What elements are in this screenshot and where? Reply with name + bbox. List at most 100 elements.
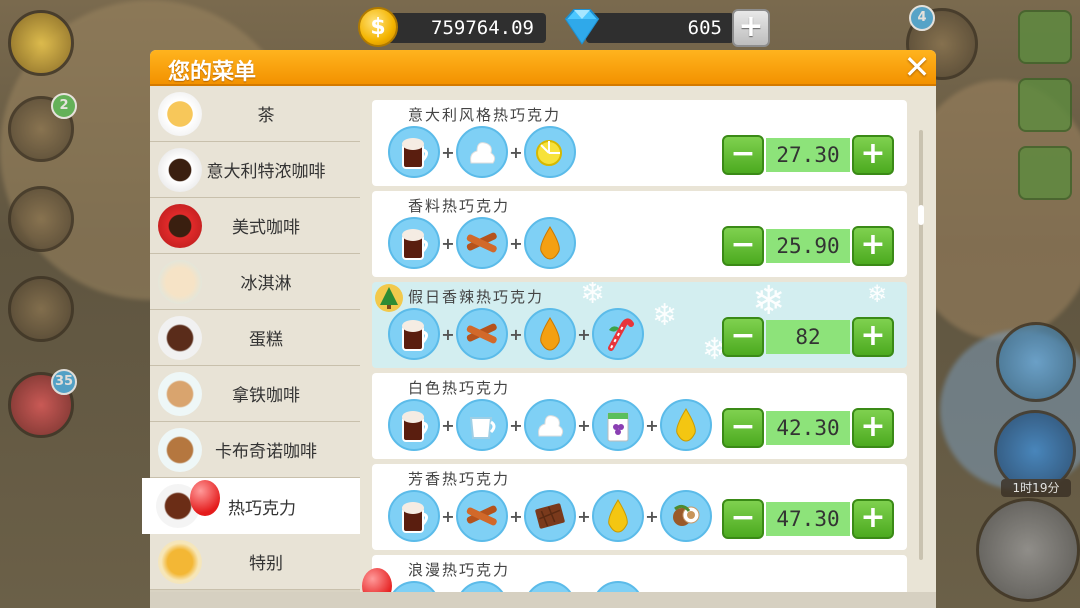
lemon-icon [524, 126, 576, 178]
snowflake-icon: ❄ [652, 298, 678, 333]
decrease-price-button[interactable]: − [722, 317, 764, 357]
gem-value: 605 [687, 17, 722, 39]
coin-icon: $ [358, 7, 398, 47]
snowflake-icon: ❄ [867, 282, 888, 308]
cinnamon-icon [456, 308, 508, 360]
americano-cup-icon [158, 204, 202, 248]
cinnamon-icon [456, 490, 508, 542]
star-anise-icon [158, 540, 202, 584]
plus-sign: + [577, 415, 591, 435]
panel-footer [150, 592, 936, 608]
map-icon[interactable] [996, 322, 1076, 402]
plus-sign: + [509, 142, 523, 162]
coin-counter: $ 759764.09 [358, 7, 546, 47]
increase-price-button[interactable]: + [852, 226, 894, 266]
grape-juice-icon [592, 399, 644, 451]
price-control: − 42.30 + [722, 408, 894, 448]
price-value: 27.30 [766, 138, 850, 172]
ingredient-row: + + + + [388, 399, 712, 451]
gem-counter: 605 + [564, 9, 770, 47]
recipe-card: 香料热巧克力 + + − 25.90 + [372, 191, 907, 277]
increase-price-button[interactable]: + [852, 499, 894, 539]
category-hot-chocolate[interactable]: 热巧克力 [142, 478, 360, 534]
recipe-card-holiday: ❄ ❄ ❄ ❄ ❄ 假日香辣热巧克力 + + + − 82 + [372, 282, 907, 368]
hazelnut-icon [660, 490, 712, 542]
category-latte[interactable]: 拿铁咖啡 [150, 366, 360, 422]
category-cake[interactable]: 蛋糕 [150, 310, 360, 366]
category-ice-cream[interactable]: 冰淇淋 [150, 254, 360, 310]
plus-sign: + [577, 506, 591, 526]
coin-value: 759764.09 [431, 17, 534, 39]
plus-sign: + [645, 506, 659, 526]
coffee-order-icon[interactable]: 1时19分 [994, 410, 1076, 497]
phone-icon[interactable] [8, 276, 74, 342]
decrease-price-button[interactable]: − [722, 499, 764, 539]
syrup-drop-icon [524, 217, 576, 269]
add-gems-button[interactable]: + [732, 9, 770, 47]
plus-sign: + [645, 415, 659, 435]
price-value: 47.30 [766, 502, 850, 536]
whipped-cream-icon [524, 399, 576, 451]
gift-icon[interactable]: 35 [8, 369, 77, 438]
recipe-name: 芳香热巧克力 [408, 470, 511, 488]
hot-chocolate-icon [388, 490, 440, 542]
honey-drop-icon [592, 490, 644, 542]
balloon-icon [190, 480, 220, 516]
plus-sign: + [509, 324, 523, 344]
increase-price-button[interactable]: + [852, 408, 894, 448]
price-control: − 27.30 + [722, 135, 894, 175]
cinnamon-icon [456, 217, 508, 269]
panel-title: 您的菜单 [168, 60, 257, 85]
recipe-name: 浪漫热巧克力 [408, 561, 511, 579]
close-button[interactable]: ✕ [900, 49, 934, 85]
hot-chocolate-icon [388, 217, 440, 269]
plus-sign: + [577, 324, 591, 344]
gamepad-button[interactable] [1018, 146, 1072, 200]
recipe-card: 芳香热巧克力 + + + + − 47.30 + [372, 464, 907, 550]
ingredient-row: + + + [388, 308, 644, 360]
whipped-cream-icon [456, 126, 508, 178]
price-control: − 25.90 + [722, 226, 894, 266]
gift-badge: 35 [51, 369, 77, 395]
scrollbar-track[interactable] [919, 130, 923, 560]
price-control: − 47.30 + [722, 499, 894, 539]
decrease-price-button[interactable]: − [722, 226, 764, 266]
increase-price-button[interactable]: + [852, 317, 894, 357]
plus-sign: + [441, 506, 455, 526]
plus-sign: + [441, 142, 455, 162]
order-timer: 1时19分 [1001, 479, 1071, 497]
price-value: 25.90 [766, 229, 850, 263]
recipe-book-icon[interactable]: 2 [8, 93, 77, 162]
plus-sign: + [441, 324, 455, 344]
recipe-name: 香料热巧克力 [408, 197, 511, 215]
plus-sign: + [509, 415, 523, 435]
recipe-name: 白色热巧克力 [408, 379, 511, 397]
category-espresso[interactable]: 意大利特浓咖啡 [150, 142, 360, 198]
increase-price-button[interactable]: + [852, 135, 894, 175]
honey-drop-icon [660, 399, 712, 451]
vip-icon[interactable] [8, 10, 74, 76]
plus-sign: + [441, 415, 455, 435]
recipe-card: 白色热巧克力 + + + + − 42.30 + [372, 373, 907, 459]
recipe-card: 意大利风格热巧克力 + + − 27.30 + [372, 100, 907, 186]
category-americano[interactable]: 美式咖啡 [150, 198, 360, 254]
chat-button[interactable] [1018, 78, 1072, 132]
currency-bar: $ 759764.09 605 + [358, 7, 770, 48]
hot-chocolate-icon [388, 308, 440, 360]
decrease-price-button[interactable]: − [722, 408, 764, 448]
panel-header: 您的菜单 ✕ [150, 49, 936, 86]
chocolate-bar-icon [524, 490, 576, 542]
category-cappuccino[interactable]: 卡布奇诺咖啡 [150, 422, 360, 478]
ingredient-row: + + [388, 217, 576, 269]
scrollbar-thumb[interactable] [918, 205, 924, 225]
candy-cane-icon [592, 308, 644, 360]
cash-register-icon[interactable] [976, 498, 1080, 602]
list-menu-button[interactable] [1018, 10, 1072, 64]
price-value: 82 [766, 320, 850, 354]
ingredients-sack-icon[interactable] [8, 186, 74, 252]
decrease-price-button[interactable]: − [722, 135, 764, 175]
avatar-badge: 4 [909, 5, 935, 31]
ice-cream-icon [158, 260, 202, 304]
category-tea[interactable]: 茶 [150, 86, 360, 142]
category-special[interactable]: 特别 [150, 534, 360, 590]
